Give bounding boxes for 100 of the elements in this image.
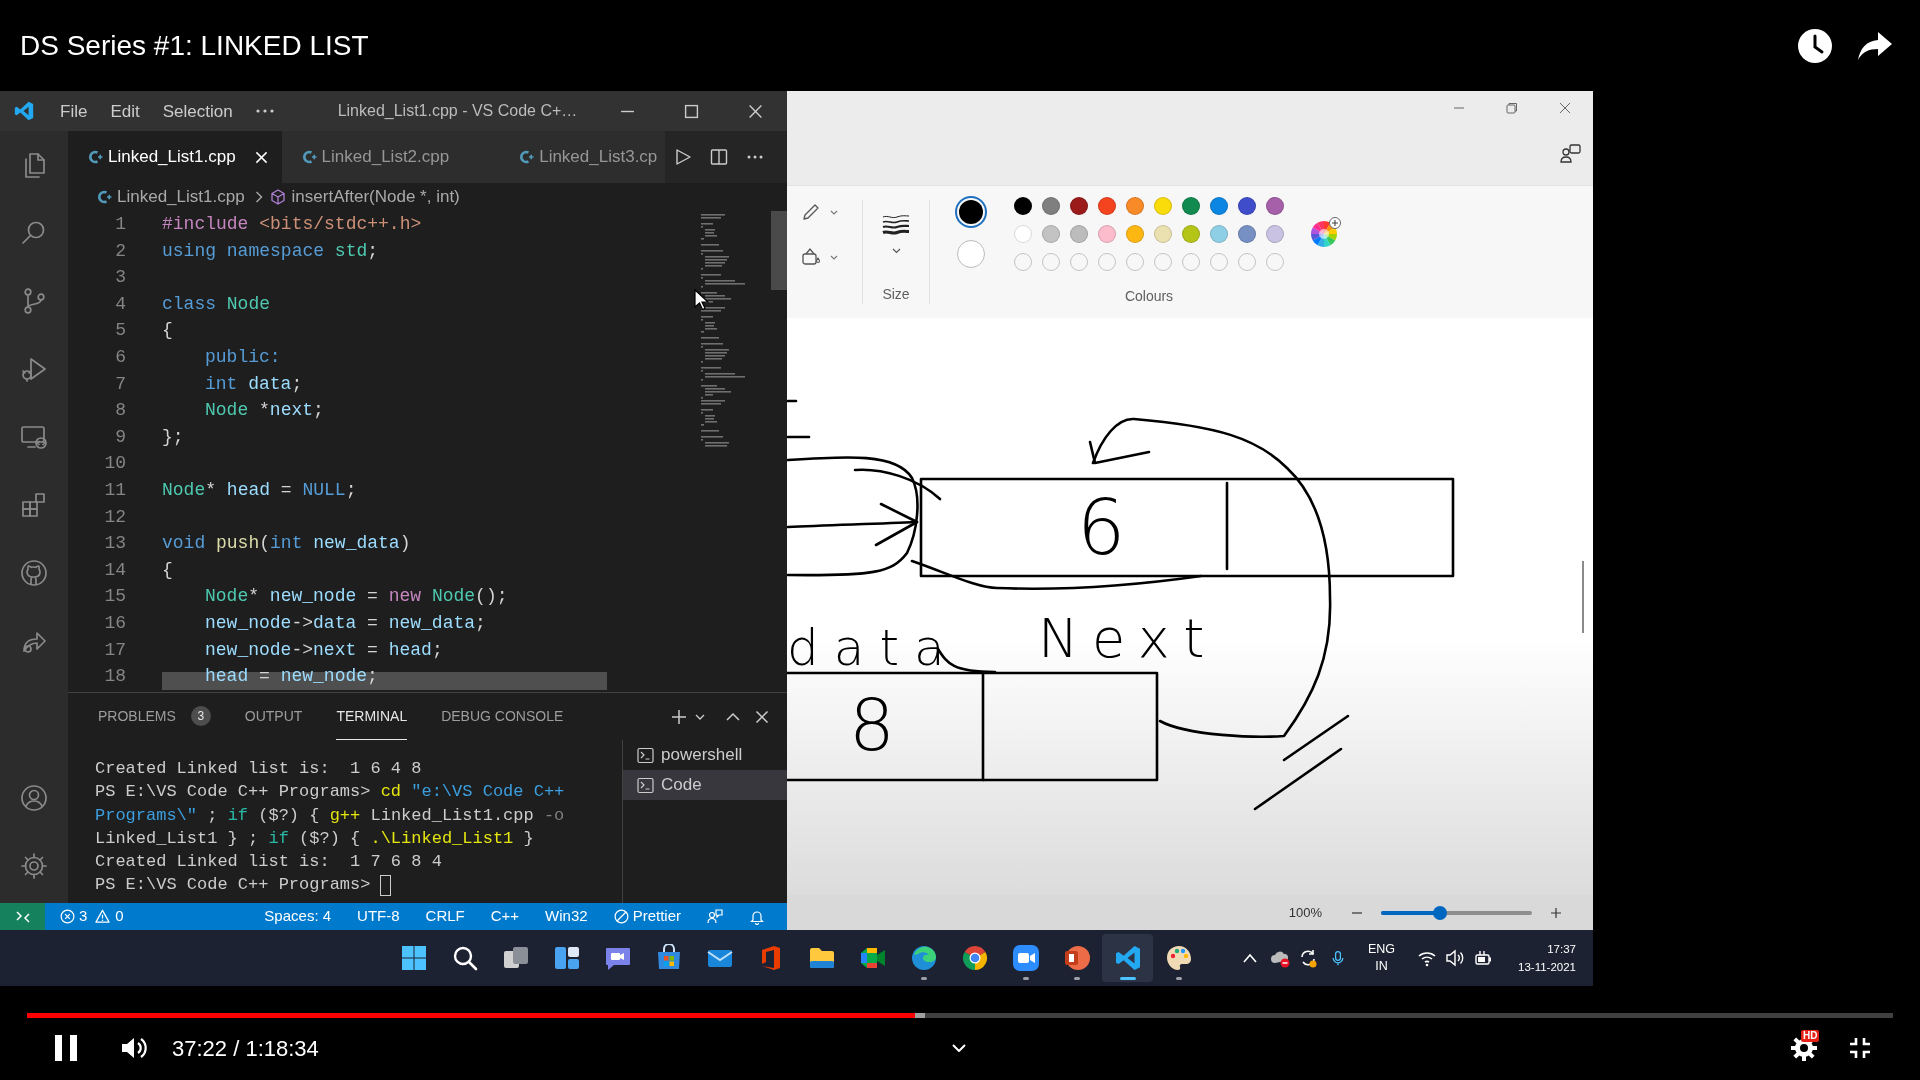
plus-icon[interactable] — [1550, 906, 1562, 919]
taskbar-clock[interactable]: 17:37 13-11-2021 — [1518, 940, 1576, 976]
code-line: head = new_node; — [205, 665, 378, 689]
current-colour-swatch[interactable] — [957, 240, 985, 268]
colour-swatch[interactable] — [1014, 225, 1032, 243]
battery-icon[interactable] — [1473, 948, 1494, 968]
breadcrumb-item[interactable]: Linked_List1.cpp — [117, 184, 245, 210]
status-bar-item[interactable]: CRLF — [425, 905, 465, 928]
exit-fullscreen-icon[interactable] — [1848, 1036, 1872, 1060]
vscode-logo-icon[interactable] — [14, 101, 34, 121]
colour-swatch[interactable] — [1098, 225, 1116, 243]
breadcrumb-item[interactable]: insertAfter(Node *, int) — [291, 184, 460, 210]
progress-bar[interactable] — [27, 1013, 1893, 1018]
run-debug-icon[interactable] — [20, 355, 48, 383]
menu-item[interactable]: File — [60, 102, 88, 120]
problems-status-button[interactable]: 3 0 — [60, 903, 124, 930]
input-language-button[interactable]: ENG IN — [1368, 941, 1396, 975]
status-bar-item[interactable]: UTF-8 — [357, 905, 400, 928]
menu-item[interactable]: Selection — [162, 102, 233, 120]
remote-icon[interactable] — [14, 908, 31, 925]
status-bar-item[interactable]: C++ — [490, 905, 520, 928]
menu-item[interactable]: Edit — [110, 102, 140, 120]
status-bar-item[interactable]: Win32 — [545, 905, 588, 928]
panel-tab[interactable]: DEBUG CONSOLE — [441, 693, 564, 740]
panel-tab[interactable]: PROBLEMS 3 — [98, 693, 211, 740]
colour-swatch[interactable] — [1210, 225, 1228, 243]
fill-bucket-icon[interactable] — [801, 247, 821, 267]
colour-swatch[interactable] — [1154, 197, 1172, 215]
remote-button[interactable] — [0, 903, 45, 930]
palette-icon[interactable] — [1164, 944, 1193, 972]
colour-swatch[interactable] — [1210, 197, 1228, 215]
current-colour-swatch[interactable] — [955, 196, 987, 228]
account-icon[interactable] — [20, 784, 48, 812]
widgets-icon[interactable] — [552, 944, 581, 972]
maximize-icon[interactable] — [683, 103, 699, 119]
share-icon[interactable] — [1858, 31, 1892, 60]
colour-swatch[interactable] — [1266, 225, 1284, 243]
colour-wheel-icon[interactable] — [1310, 216, 1342, 248]
colour-swatch[interactable] — [1042, 197, 1060, 215]
code-line: }; — [162, 425, 184, 449]
shell-session-item[interactable]: powershell — [623, 740, 787, 770]
colour-swatch[interactable] — [1126, 225, 1144, 243]
code-line: { — [162, 558, 173, 582]
shell-session-item[interactable]: Code — [623, 770, 787, 800]
caret-down-icon[interactable] — [891, 248, 901, 254]
code-line: int data; — [205, 372, 303, 396]
github-icon[interactable] — [20, 559, 48, 587]
zoom-slider[interactable] — [1381, 905, 1532, 920]
code-line: #include <bits/stdc++.h> — [162, 213, 422, 236]
code-editor-icon[interactable] — [1113, 944, 1142, 972]
formatter-status-button[interactable]: Prettier — [613, 905, 681, 928]
monitor-icon[interactable] — [20, 423, 48, 451]
browser-icon[interactable] — [909, 944, 938, 972]
sync-icon[interactable] — [1298, 948, 1318, 968]
colour-swatch[interactable] — [1238, 225, 1256, 243]
colour-swatch[interactable] — [1014, 197, 1032, 215]
colour-swatch[interactable] — [1154, 225, 1172, 243]
scrollbar-thumb[interactable] — [1582, 561, 1584, 633]
people-icon[interactable] — [1560, 143, 1582, 163]
video-camera-icon[interactable] — [1011, 944, 1040, 972]
windows-logo-icon[interactable] — [399, 944, 428, 972]
line-weight-icon[interactable] — [882, 214, 910, 236]
feedback-icon[interactable] — [707, 908, 723, 925]
colour-swatch[interactable] — [1182, 197, 1200, 215]
colour-swatch[interactable] — [1070, 197, 1088, 215]
status-bar-item[interactable]: Spaces: 4 — [264, 905, 332, 928]
code-line: new_node->data = new_data; — [205, 611, 486, 635]
bell-icon[interactable] — [749, 908, 765, 925]
colour-swatch[interactable] — [1266, 197, 1284, 215]
slider-thumb[interactable] — [1432, 905, 1447, 920]
pause-icon[interactable] — [55, 1035, 77, 1061]
run-icon[interactable] — [674, 148, 692, 166]
more-icon[interactable] — [255, 109, 274, 113]
caret-up-icon[interactable] — [1242, 952, 1258, 964]
panel-tab[interactable]: OUTPUT — [244, 693, 303, 740]
colour-swatch[interactable] — [1098, 197, 1116, 215]
terminal-line: Created Linked list is: 1 7 6 8 4 — [95, 851, 442, 874]
restore-icon[interactable] — [1505, 102, 1518, 114]
chevron-up-icon[interactable] — [725, 711, 741, 722]
colour-swatch[interactable] — [1042, 225, 1060, 243]
editor-tab[interactable]: Linked_List3.cp — [499, 131, 665, 183]
pen-stroke — [787, 399, 798, 403]
microphone-icon[interactable] — [1330, 948, 1346, 968]
browser-icon[interactable] — [960, 944, 989, 972]
editor-tab[interactable]: Linked_List1.cpp — [68, 131, 282, 183]
colour-swatch[interactable] — [1238, 197, 1256, 215]
presentation-icon[interactable] — [1062, 944, 1091, 972]
extensions-icon[interactable] — [20, 491, 48, 519]
colour-swatch[interactable] — [1070, 225, 1088, 243]
volume-icon[interactable] — [1445, 948, 1466, 968]
code-line: { — [162, 319, 173, 343]
panel-tab[interactable]: TERMINAL — [336, 693, 408, 740]
colour-swatch[interactable] — [1126, 197, 1144, 215]
editor-tab[interactable]: Linked_List2.cpp — [281, 131, 500, 183]
colour-swatch[interactable] — [1182, 225, 1200, 243]
split-editor-icon[interactable] — [710, 148, 728, 166]
scrollbar-thumb[interactable] — [771, 211, 787, 290]
clock-icon[interactable] — [1797, 27, 1833, 64]
volume-icon[interactable] — [122, 1036, 148, 1060]
pencil-icon[interactable] — [801, 202, 821, 222]
